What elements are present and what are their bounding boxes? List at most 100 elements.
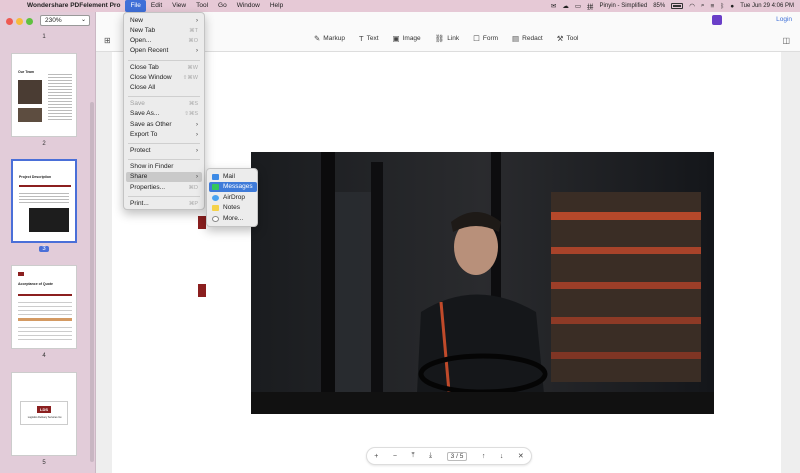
tool-form[interactable]: ☐ Form — [473, 34, 498, 43]
menu-item-close-all[interactable]: Close All — [126, 83, 202, 93]
search-icon[interactable]: ⌕ — [701, 2, 705, 10]
battery-icon[interactable] — [671, 3, 684, 9]
menu-item-share[interactable]: Share › — [126, 172, 202, 182]
menu-file[interactable]: File — [125, 0, 146, 12]
tool-text[interactable]: T Text — [359, 34, 379, 43]
zoom-value: 230% — [45, 17, 62, 24]
clock[interactable]: Tue Jun 29 4:06 PM — [740, 3, 794, 9]
file-menu: New › New Tab ⌘T Open... ⌘O Open Recent › Cl… — [123, 12, 205, 210]
zoom-window-button[interactable] — [26, 18, 33, 25]
tool-redact[interactable]: ▤ Redact — [512, 34, 543, 43]
share-submenu: Mail Messages AirDrop Notes More... — [206, 168, 258, 227]
thumb-logo-frame: LDS Logistics Delivery Services Inc. — [20, 401, 68, 425]
pdf-page[interactable] — [112, 52, 781, 473]
menu-item-open-recent[interactable]: Open Recent › — [126, 46, 202, 56]
wechat-icon[interactable]: ✉ — [551, 2, 556, 10]
menu-separator — [128, 159, 200, 160]
siri-icon[interactable]: ● — [730, 3, 734, 10]
menu-app-name[interactable]: Wondershare PDFelement Pro — [22, 0, 125, 12]
menu-item-export-to[interactable]: Export To › — [126, 130, 202, 140]
page-input[interactable]: 3 / 5 — [446, 451, 468, 461]
menu-separator — [128, 143, 200, 144]
minimize-window-button[interactable] — [16, 18, 23, 25]
page-thumbnail-2[interactable]: Our Team — [11, 53, 77, 137]
next-page-icon[interactable]: ↓ — [500, 453, 504, 460]
text-icon: T — [358, 34, 364, 43]
tool-label: Image — [402, 35, 421, 42]
mirror-icon[interactable]: ▭ — [575, 2, 581, 10]
menu-item-protect[interactable]: Protect › — [126, 146, 202, 156]
zoom-out-icon[interactable]: − — [393, 453, 397, 460]
side-panel-icon[interactable]: ◫ — [782, 36, 790, 45]
menu-view[interactable]: View — [167, 0, 191, 12]
menu-item-save-as-other[interactable]: Save as Other › — [126, 120, 202, 130]
page-thumbnail-4[interactable]: Acceptance of Quote — [11, 265, 77, 349]
menu-item-properties[interactable]: Properties... ⌘D — [126, 183, 202, 193]
control-center-icon[interactable]: ≡ — [711, 3, 715, 10]
sidebar-scrollbar[interactable] — [90, 102, 94, 462]
messages-icon — [212, 184, 219, 190]
tool-label: Redact — [522, 35, 543, 42]
chevron-right-icon: › — [196, 18, 198, 24]
thumb-text-block — [48, 72, 72, 122]
toolbox-icon: ⚒ — [556, 34, 564, 43]
form-icon: ☐ — [473, 34, 480, 43]
menu-go[interactable]: Go — [213, 0, 232, 12]
page-number-2: 2 — [42, 141, 46, 147]
zoom-in-icon[interactable]: + — [374, 453, 378, 460]
chevron-right-icon: › — [196, 132, 198, 138]
input-source-label[interactable]: Pinyin - Simplified — [600, 3, 648, 9]
share-item-mail[interactable]: Mail — [209, 172, 257, 182]
menu-window[interactable]: Window — [232, 0, 265, 12]
chevron-right-icon: › — [196, 122, 198, 128]
redact-icon: ▤ — [512, 34, 520, 43]
share-item-airdrop[interactable]: AirDrop — [209, 193, 257, 203]
thumb-rule — [18, 294, 72, 296]
thumb-photo — [18, 108, 42, 122]
zoom-select[interactable]: 230% ⌄ — [40, 15, 90, 26]
tool-label: Link — [447, 35, 460, 42]
share-item-messages[interactable]: Messages — [209, 182, 257, 192]
tool-image[interactable]: ▣ Image — [393, 34, 421, 43]
menu-edit[interactable]: Edit — [146, 0, 167, 12]
tool-markup[interactable]: ✎ Markup — [314, 34, 345, 43]
first-page-icon[interactable]: ⤒ — [411, 452, 414, 460]
menu-item-save-as[interactable]: Save As... ⇧⌘S — [126, 109, 202, 119]
app-badge-icon[interactable] — [712, 15, 722, 25]
menu-item-new-tab[interactable]: New Tab ⌘T — [126, 26, 202, 36]
menu-item-close-tab[interactable]: Close Tab ⌘W — [126, 63, 202, 73]
menu-item-new[interactable]: New › — [126, 16, 202, 26]
thumb-photo — [18, 80, 42, 104]
last-page-icon[interactable]: ⤓ — [429, 452, 432, 460]
document-photo[interactable] — [251, 152, 714, 414]
menu-item-print[interactable]: Print... ⌘P — [126, 199, 202, 209]
close-nav-icon[interactable]: ✕ — [518, 452, 524, 460]
menu-item-show-in-finder[interactable]: Show in Finder — [126, 162, 202, 172]
share-item-notes[interactable]: Notes — [209, 203, 257, 213]
page-thumbnail-5[interactable]: LDS Logistics Delivery Services Inc. — [11, 372, 77, 456]
page-thumbnail-3[interactable]: Project Description — [11, 159, 77, 243]
thumb-heading: Acceptance of Quote — [18, 282, 54, 286]
previous-page-icon[interactable]: ↑ — [482, 453, 486, 460]
tool-link[interactable]: ⛓ Link — [435, 34, 459, 43]
input-source-icon[interactable]: 拼 — [587, 1, 594, 11]
edit-tools: ✎ Markup T Text ▣ Image ⛓ Link ☐ Form ▤ Redact… — [314, 34, 578, 43]
login-link[interactable]: Login — [776, 16, 792, 23]
menu-separator — [128, 60, 200, 61]
close-window-button[interactable] — [6, 18, 13, 25]
tool-tool[interactable]: ⚒ Tool — [557, 34, 579, 43]
menu-tool[interactable]: Tool — [191, 0, 213, 12]
page-accent-bar — [198, 216, 206, 229]
menu-item-open[interactable]: Open... ⌘O — [126, 36, 202, 46]
menu-item-close-window[interactable]: Close Window ⇧⌘W — [126, 73, 202, 83]
wifi-icon[interactable]: ◠ — [689, 2, 695, 10]
menu-help[interactable]: Help — [265, 0, 288, 12]
thumbnail-grid-icon[interactable]: ⊞ — [104, 36, 111, 45]
bluetooth-icon[interactable]: ᛒ — [720, 3, 724, 10]
thumb-heading: Project Description — [19, 175, 52, 179]
tool-label: Tool — [566, 35, 579, 42]
chevron-right-icon: › — [196, 174, 198, 180]
cloud-icon[interactable]: ☁ — [562, 2, 569, 10]
share-item-more[interactable]: More... — [209, 214, 257, 224]
battery-percent: 85% — [653, 3, 666, 9]
